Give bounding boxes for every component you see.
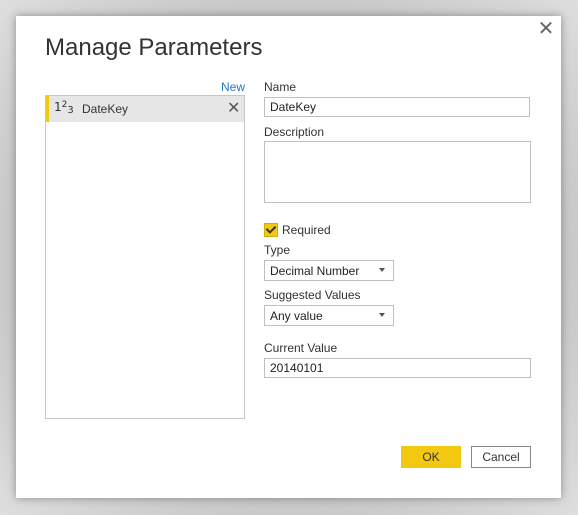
cancel-button[interactable]: Cancel xyxy=(471,446,531,468)
manage-parameters-dialog: ✕ Manage Parameters New 123 DateKey ✕ Na… xyxy=(16,16,561,498)
parameter-name-label: DateKey xyxy=(82,102,129,116)
description-field[interactable] xyxy=(264,141,531,203)
name-label: Name xyxy=(264,80,297,94)
name-field[interactable]: DateKey xyxy=(264,97,530,117)
list-item[interactable]: 123 DateKey ✕ xyxy=(46,96,244,122)
close-icon[interactable]: ✕ xyxy=(536,18,556,40)
type-value: Decimal Number xyxy=(270,264,360,278)
suggested-values-value: Any value xyxy=(270,309,323,323)
suggested-values-label: Suggested Values xyxy=(264,288,361,302)
suggested-values-dropdown[interactable]: Any value xyxy=(264,305,394,326)
type-dropdown[interactable]: Decimal Number xyxy=(264,260,394,281)
parameter-list: 123 DateKey ✕ xyxy=(45,95,245,419)
new-parameter-link[interactable]: New xyxy=(221,80,245,94)
dialog-title: Manage Parameters xyxy=(45,34,263,61)
required-label: Required xyxy=(282,223,331,237)
type-label: Type xyxy=(264,243,291,257)
required-checkbox[interactable] xyxy=(264,223,278,237)
description-label: Description xyxy=(264,125,325,139)
remove-icon[interactable]: ✕ xyxy=(227,98,240,118)
chevron-down-icon xyxy=(379,313,385,317)
ok-button[interactable]: OK xyxy=(401,446,461,468)
current-value-field[interactable]: 20140101 xyxy=(264,358,531,378)
number-type-icon: 123 xyxy=(54,100,74,116)
current-value-label: Current Value xyxy=(264,341,338,355)
chevron-down-icon xyxy=(379,268,385,272)
